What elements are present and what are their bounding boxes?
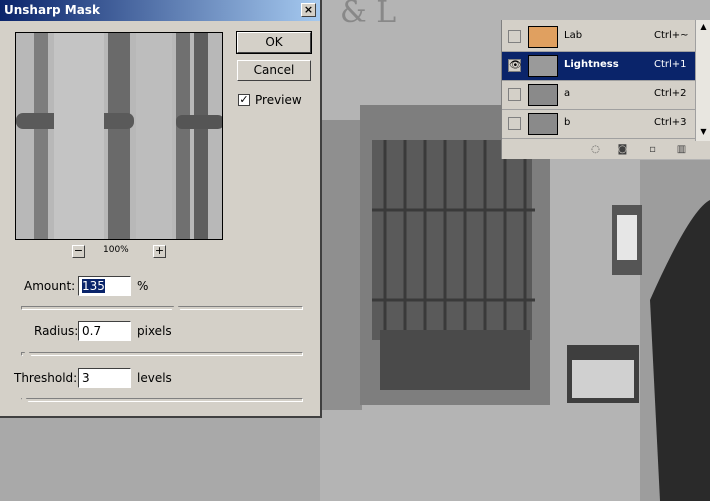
eye-icon[interactable]: 👁 xyxy=(508,59,522,72)
channels-scrollbar[interactable]: ▲ ▼ xyxy=(695,20,710,141)
svg-text:& L: & L xyxy=(340,0,396,30)
amount-slider-thumb[interactable] xyxy=(171,303,182,312)
channel-row-a[interactable]: a Ctrl+2 xyxy=(502,81,695,110)
channel-shortcut: Ctrl+2 xyxy=(654,88,687,99)
amount-unit: % xyxy=(137,279,149,293)
preview-photo xyxy=(16,33,222,239)
preview-checkbox-label: Preview xyxy=(255,93,302,107)
zoom-in-button[interactable]: + xyxy=(153,245,166,258)
radius-slider[interactable] xyxy=(21,352,303,356)
amount-slider[interactable] xyxy=(21,306,303,310)
threshold-label: Threshold: xyxy=(14,371,78,385)
channel-name: Lab xyxy=(564,30,583,41)
channel-shortcut: Ctrl+~ xyxy=(654,30,689,41)
threshold-slider-thumb[interactable] xyxy=(18,395,29,404)
load-selection-icon[interactable]: ◌ xyxy=(590,144,601,155)
amount-field[interactable]: 135 xyxy=(78,276,131,296)
scroll-up-icon[interactable]: ▲ xyxy=(698,22,709,31)
channel-thumbnail xyxy=(528,55,558,77)
visibility-toggle[interactable] xyxy=(508,30,521,43)
channel-shortcut: Ctrl+1 xyxy=(654,59,687,70)
close-button[interactable]: × xyxy=(301,3,316,17)
threshold-slider[interactable] xyxy=(21,398,303,402)
channel-thumbnail xyxy=(528,84,558,106)
save-selection-icon[interactable]: ◙ xyxy=(617,144,628,155)
unsharp-mask-dialog: Unsharp Mask × − 100% + OK Cancel ✓ Prev… xyxy=(0,0,322,418)
radius-unit: pixels xyxy=(137,324,172,338)
zoom-level: 100% xyxy=(103,245,129,255)
new-channel-icon[interactable]: ▫ xyxy=(647,144,658,155)
preview-image[interactable] xyxy=(15,32,223,240)
radius-label: Radius: xyxy=(34,324,79,338)
channel-row-lightness[interactable]: 👁 Lightness Ctrl+1 xyxy=(502,52,695,81)
radius-field[interactable]: 0.7 xyxy=(78,321,131,341)
channel-name: b xyxy=(564,117,571,128)
channel-name: Lightness xyxy=(564,59,619,70)
dialog-title: Unsharp Mask xyxy=(4,3,100,17)
cancel-button[interactable]: Cancel xyxy=(237,60,311,81)
channel-thumbnail xyxy=(528,26,558,48)
preview-checkbox[interactable]: ✓ xyxy=(238,94,250,106)
ok-button[interactable]: OK xyxy=(236,31,312,54)
dialog-titlebar[interactable]: Unsharp Mask × xyxy=(0,0,320,21)
channel-name: a xyxy=(564,88,571,99)
channel-shortcut: Ctrl+3 xyxy=(654,117,687,128)
trash-icon[interactable]: ▥ xyxy=(676,144,687,155)
amount-label: Amount: xyxy=(24,279,76,293)
channels-footer: ◌ ◙ ▫ ▥ xyxy=(502,141,710,159)
zoom-out-button[interactable]: − xyxy=(72,245,85,258)
channels-panel: Lab Ctrl+~ 👁 Lightness Ctrl+1 a Ctrl+2 b… xyxy=(501,20,710,159)
channel-row-lab[interactable]: Lab Ctrl+~ xyxy=(502,23,695,52)
channel-thumbnail xyxy=(528,113,558,135)
radius-slider-thumb[interactable] xyxy=(21,349,32,358)
amount-value: 135 xyxy=(82,279,105,293)
scroll-down-icon[interactable]: ▼ xyxy=(698,127,709,136)
threshold-field[interactable]: 3 xyxy=(78,368,131,388)
threshold-unit: levels xyxy=(137,371,172,385)
visibility-toggle[interactable] xyxy=(508,88,521,101)
visibility-toggle[interactable] xyxy=(508,117,521,130)
channel-row-b[interactable]: b Ctrl+3 xyxy=(502,110,695,139)
